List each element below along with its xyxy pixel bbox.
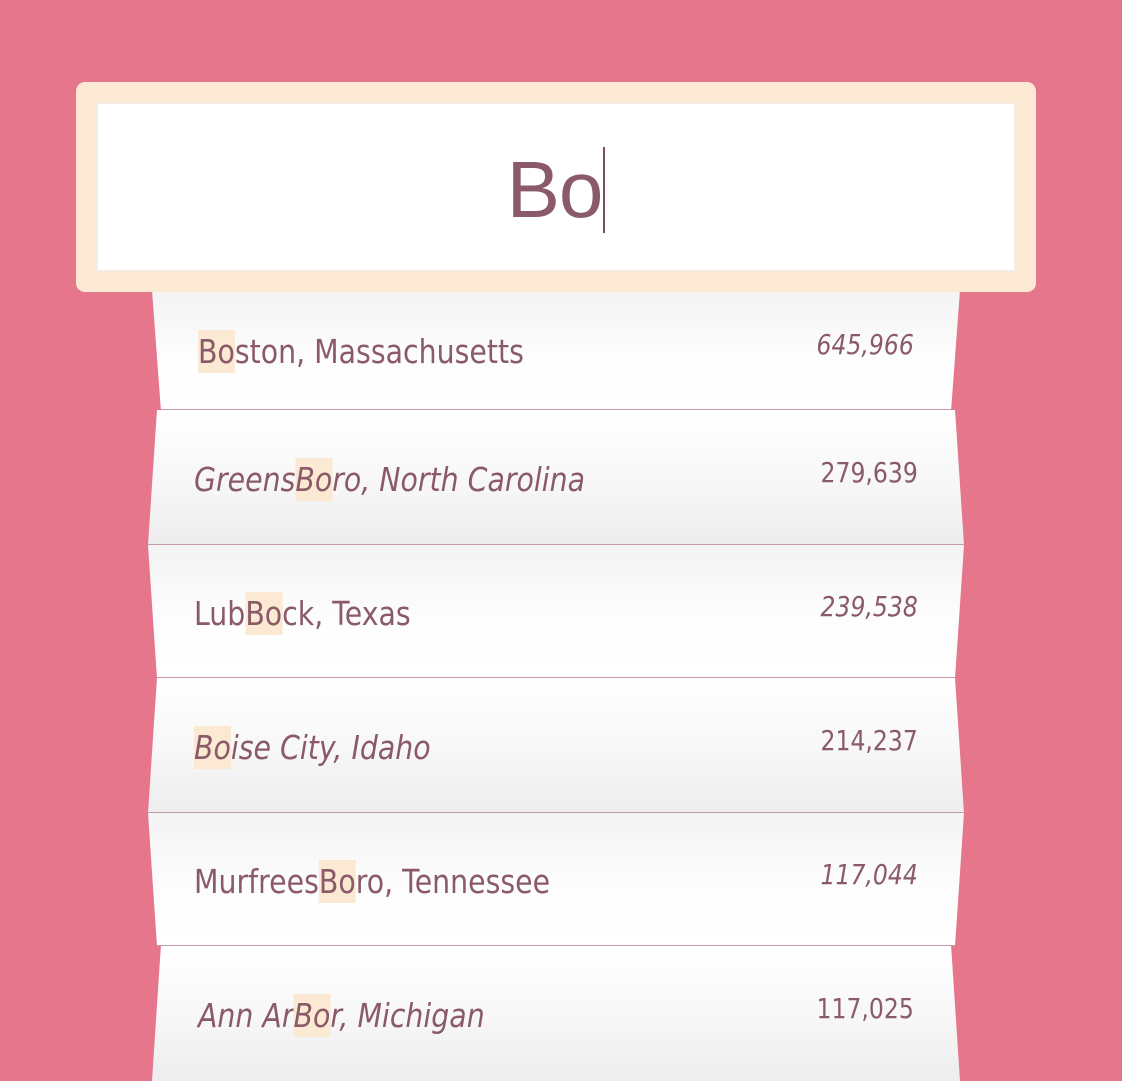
result-population: 239,538 — [820, 589, 918, 623]
match-highlight: Bo — [293, 994, 331, 1037]
text-cursor — [603, 147, 606, 233]
result-row-5[interactable]: MurfreesBoro, Tennessee 117,044 — [148, 813, 964, 946]
match-highlight: Bo — [245, 591, 283, 635]
result-city: LubBock, Texas — [194, 591, 411, 635]
result-population: 117,025 — [816, 992, 914, 1025]
search-container: Bo — [76, 82, 1036, 292]
result-city: Boston, Massachusetts — [198, 330, 524, 373]
match-highlight: Bo — [318, 859, 356, 903]
match-highlight: Bo — [194, 725, 231, 769]
result-row-2[interactable]: GreensBoro, North Carolina 279,639 — [148, 410, 964, 545]
result-row-6[interactable]: Ann ArBor, Michigan 117,025 — [152, 946, 960, 1081]
search-query: Bo — [507, 147, 606, 233]
search-input[interactable]: Bo — [96, 102, 1016, 272]
match-highlight: Bo — [295, 457, 333, 501]
result-city: GreensBoro, North Carolina — [194, 457, 586, 501]
result-population: 117,044 — [820, 857, 918, 891]
result-city: Ann ArBor, Michigan — [198, 994, 485, 1037]
result-row-3[interactable]: LubBock, Texas 239,538 — [148, 545, 964, 678]
match-highlight: Bo — [198, 330, 235, 373]
result-city: Boise City, Idaho — [194, 725, 431, 769]
result-population: 214,237 — [820, 723, 918, 757]
result-row-4[interactable]: Boise City, Idaho 214,237 — [148, 678, 964, 813]
result-population: 645,966 — [816, 328, 914, 361]
result-population: 279,639 — [820, 455, 918, 489]
result-city: MurfreesBoro, Tennessee — [194, 859, 551, 903]
result-row-1[interactable]: Boston, Massachusetts 645,966 — [152, 290, 960, 410]
